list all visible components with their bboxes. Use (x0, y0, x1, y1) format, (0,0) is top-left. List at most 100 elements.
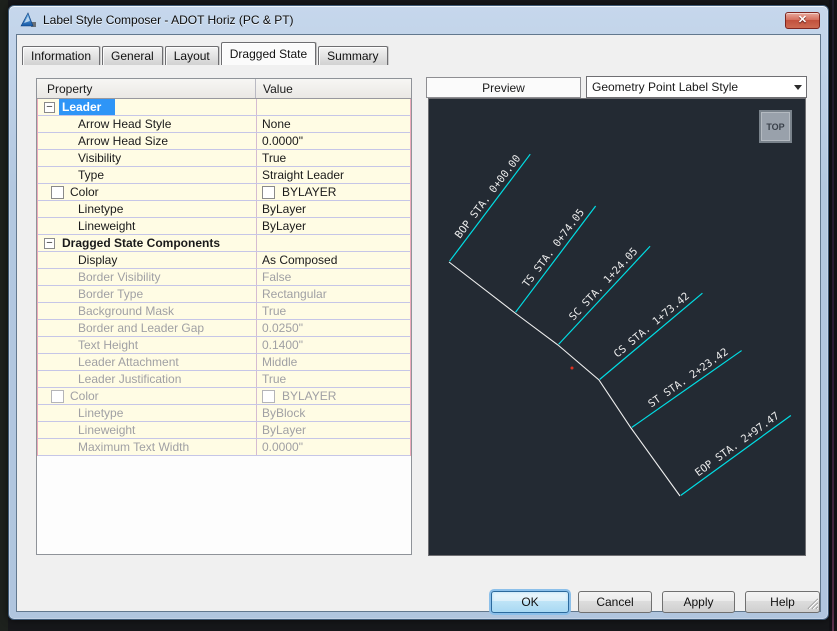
ok-button[interactable]: OK (491, 591, 569, 613)
leader-line (600, 293, 703, 379)
preview-style-select[interactable]: Geometry Point Label Style (586, 76, 807, 98)
leader-line (450, 154, 531, 261)
color-swatch[interactable] (51, 186, 64, 199)
station-label-text: SC STA. 1+24.05 (567, 245, 640, 323)
viewcube-top-button[interactable]: TOP (761, 112, 790, 141)
grid-row-border-type[interactable]: Border Type Rectangular (38, 286, 410, 303)
property-value: As Composed (262, 253, 337, 267)
grid-row-arrow-head-style[interactable]: Arrow Head Style None (38, 116, 410, 133)
property-value: 0.1400" (262, 338, 303, 352)
tab-layout[interactable]: Layout (165, 46, 219, 65)
station-label: BOP STA. 0+00.00 (438, 146, 530, 261)
station-label: EOP STA. 2+97.47 (673, 404, 791, 495)
tab-general[interactable]: General (102, 46, 163, 65)
property-value: BYLAYER (282, 389, 336, 403)
resize-grip-icon[interactable] (805, 596, 818, 609)
property-label: Display (38, 253, 117, 267)
tab-dragged-state[interactable]: Dragged State (221, 42, 316, 65)
dialog-client-area: InformationGeneralLayoutDragged StateSum… (16, 34, 821, 612)
property-label: Arrow Head Style (38, 117, 171, 131)
column-header-value: Value (256, 79, 411, 98)
grid-row-maximum-text-width[interactable]: Maximum Text Width0.0000" (38, 439, 410, 456)
grid-row-lineweight[interactable]: Lineweight ByLayer (38, 422, 410, 439)
grid-rows: −LeaderArrow Head StyleNoneArrow Head Si… (37, 99, 411, 456)
grid-row-dragged-state-components[interactable]: −Dragged State Components (38, 235, 410, 252)
station-label: TS STA. 0+74.05 (504, 198, 595, 313)
screen: { "window": { "title": "Label Style Comp… (0, 0, 837, 631)
group-label: Dragged State Components (59, 236, 220, 250)
grid-row-leader-justification[interactable]: Leader JustificationTrue (38, 371, 410, 388)
desktop-background-left (0, 0, 8, 631)
property-value: True (262, 304, 286, 318)
preview-style-value: Geometry Point Label Style (587, 80, 789, 94)
property-value: False (262, 270, 291, 284)
collapse-icon[interactable]: − (44, 238, 55, 249)
grid-row-display[interactable]: Display As Composed (38, 252, 410, 269)
station-label-text: EOP STA. 2+97.47 (693, 410, 782, 479)
tab-summary[interactable]: Summary (318, 46, 387, 65)
property-value: 0.0250" (262, 321, 303, 335)
property-label: Leader Justification (38, 372, 181, 386)
point-marker (571, 367, 574, 370)
color-swatch[interactable] (262, 390, 275, 403)
property-label: Lineweight (38, 219, 135, 233)
property-label: Background Mask (38, 304, 174, 318)
close-button[interactable]: ✕ (785, 12, 820, 29)
grid-row-linetype[interactable]: LinetypeByBlock (38, 405, 410, 422)
label-style-composer-window: Label Style Composer - ADOT Horiz (PC & … (8, 5, 829, 620)
property-label: Lineweight (38, 423, 135, 437)
preview-canvas: BOP STA. 0+00.00TS STA. 0+74.05SC STA. 1… (429, 99, 805, 555)
grid-row-color[interactable]: Color BYLAYER (38, 388, 410, 405)
property-label: Color (70, 185, 99, 199)
grid-row-linetype[interactable]: Linetype ByLayer (38, 201, 410, 218)
property-label: Linetype (38, 202, 123, 216)
grid-row-text-height[interactable]: Text Height 0.1400" (38, 337, 410, 354)
station-label-text: TS STA. 0+74.05 (520, 207, 587, 290)
property-value: Rectangular (262, 287, 327, 301)
grid-row-background-mask[interactable]: Background Mask True (38, 303, 410, 320)
station-label: ST STA. 2+23.42 (624, 339, 742, 427)
group-label: Leader (59, 99, 115, 115)
property-value: ByLayer (262, 423, 306, 437)
chevron-down-icon[interactable] (789, 77, 806, 97)
grid-row-type[interactable]: Type Straight Leader (38, 167, 410, 184)
alignment-polyline (449, 262, 680, 496)
property-label: Border Visibility (38, 270, 160, 284)
station-label-text: CS STA. 1+73.42 (612, 290, 692, 360)
property-value: 0.0000" (262, 134, 303, 148)
grid-header: Property Value (37, 79, 411, 99)
app-icon (20, 12, 37, 28)
grid-row-leader[interactable]: −Leader (38, 99, 410, 116)
property-label: Visibility (38, 151, 121, 165)
property-value: Straight Leader (262, 168, 344, 182)
property-value: ByBlock (262, 406, 305, 420)
preview-label: Preview (426, 77, 581, 98)
property-value: None (262, 117, 291, 131)
grid-row-visibility[interactable]: VisibilityTrue (38, 150, 410, 167)
cancel-button[interactable]: Cancel (578, 591, 652, 613)
property-grid: Property Value −LeaderArrow Head StyleNo… (36, 78, 412, 555)
grid-row-leader-attachment[interactable]: Leader Attachment Middle (38, 354, 410, 371)
property-label: Color (70, 389, 99, 403)
property-value: ByLayer (262, 202, 306, 216)
titlebar[interactable]: Label Style Composer - ADOT Horiz (PC & … (9, 6, 828, 34)
property-label: Leader Attachment (38, 355, 179, 369)
color-swatch[interactable] (262, 186, 275, 199)
property-label: Text Height (38, 338, 138, 352)
property-label: Border Type (38, 287, 143, 301)
grid-row-border-visibility[interactable]: Border Visibility False (38, 269, 410, 286)
color-swatch[interactable] (51, 390, 64, 403)
property-label: Type (38, 168, 104, 182)
station-label: SC STA. 1+24.05 (548, 237, 650, 345)
collapse-icon[interactable]: − (44, 102, 55, 113)
grid-row-arrow-head-size[interactable]: Arrow Head Size0.0000" (38, 133, 410, 150)
leader-line (632, 351, 742, 428)
grid-row-color[interactable]: ColorBYLAYER (38, 184, 410, 201)
grid-row-lineweight[interactable]: LineweightByLayer (38, 218, 410, 235)
apply-button[interactable]: Apply (662, 591, 735, 613)
property-value: Middle (262, 355, 297, 369)
preview-viewport[interactable]: BOP STA. 0+00.00TS STA. 0+74.05SC STA. 1… (428, 98, 806, 556)
tab-information[interactable]: Information (22, 46, 100, 65)
tab-bar: InformationGeneralLayoutDragged StateSum… (22, 43, 390, 65)
grid-row-border-and-leader-gap[interactable]: Border and Leader Gap0.0250" (38, 320, 410, 337)
